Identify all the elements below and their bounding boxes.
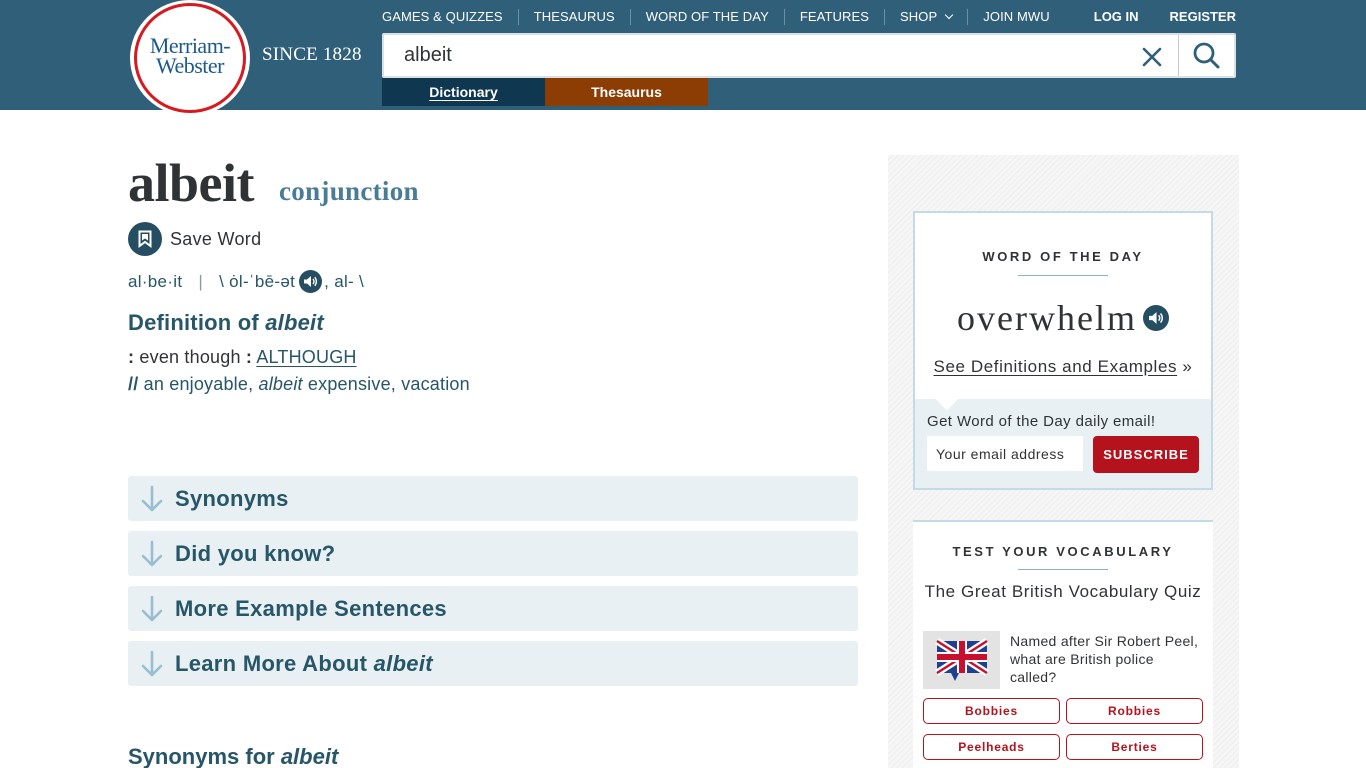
definition-text: : even though : ALTHOUGH	[128, 347, 357, 368]
definition-colon-2: :	[245, 347, 253, 367]
example-sentence: // an enjoyable, albeit expensive, vacat…	[128, 374, 470, 395]
nav-join-mwu[interactable]: JOIN MWU	[967, 9, 1065, 25]
pronunciation-separator: |	[198, 271, 204, 291]
nav-games-quizzes[interactable]: GAMES & QUIZZES	[382, 9, 518, 25]
close-icon	[1142, 47, 1162, 67]
login-link[interactable]: LOG IN	[1063, 9, 1139, 25]
synonyms-heading-word: albeit	[280, 744, 339, 768]
site-header: Merriam- Webster SINCE 1828 GAMES & QUIZ…	[0, 0, 1366, 116]
pronunciation-variant: , al- \	[324, 271, 365, 291]
accordion-label: Learn More About albeit	[175, 651, 433, 677]
example-marker: //	[128, 374, 139, 394]
search-scope-tabs: Dictionary Thesaurus	[382, 78, 708, 106]
subscribe-button[interactable]: SUBSCRIBE	[1093, 436, 1199, 473]
answer-berties-button[interactable]: Berties	[1066, 734, 1203, 760]
chevron-down-icon	[945, 10, 954, 20]
account-links: LOG IN REGISTER	[1063, 9, 1236, 25]
search-bar	[382, 33, 1236, 78]
definition-body: even though	[134, 347, 246, 367]
search-icon	[1193, 42, 1220, 69]
union-jack-image[interactable]	[923, 631, 1000, 689]
pronunciation: \ ȯl-ˈbē-ət	[219, 271, 296, 291]
wod-see-definitions-link[interactable]: See Definitions and Examples	[934, 357, 1178, 376]
save-word-label: Save Word	[170, 228, 262, 249]
definition-heading: Definition of albeit	[128, 310, 324, 336]
part-of-speech-link[interactable]: conjunction	[279, 176, 419, 207]
accordion-label: Synonyms	[175, 485, 289, 511]
since-1828-tagline: SINCE 1828	[262, 44, 362, 65]
wod-divider	[1018, 275, 1108, 276]
word-of-the-day-card: WORD OF THE DAY overwhelm See Definition…	[913, 211, 1213, 490]
accordion-synonyms[interactable]: Synonyms	[128, 476, 858, 521]
clear-search-button[interactable]	[1140, 45, 1164, 69]
entry-headword: albeit	[128, 153, 255, 213]
pronunciation-line: al·be·it | \ ȯl-ˈbē-ət , al- \	[128, 270, 364, 293]
search-divider	[1178, 35, 1179, 76]
definition-heading-prefix: Definition of	[128, 310, 266, 335]
accordion-label-word: albeit	[373, 650, 433, 676]
merriam-webster-logo[interactable]: Merriam- Webster	[130, 0, 250, 116]
vocab-kicker: TEST YOUR VOCABULARY	[952, 544, 1174, 559]
nav-thesaurus[interactable]: THESAURUS	[517, 9, 630, 25]
accordion-more-example-sentences[interactable]: More Example Sentences	[128, 586, 858, 631]
email-field[interactable]	[927, 436, 1083, 471]
nav-shop[interactable]: SHOP	[884, 9, 967, 25]
right-sidebar: WORD OF THE DAY overwhelm See Definition…	[888, 155, 1239, 768]
quiz-title-link[interactable]: The Great British Vocabulary Quiz	[913, 582, 1213, 602]
bookmark-icon	[128, 222, 162, 256]
wod-see-definitions: See Definitions and Examples »	[915, 357, 1211, 377]
answer-robbies-button[interactable]: Robbies	[1066, 698, 1203, 724]
accordion-learn-more[interactable]: Learn More About albeit	[128, 641, 858, 686]
vocab-divider	[1018, 569, 1108, 570]
tab-dictionary[interactable]: Dictionary	[382, 78, 545, 106]
wod-link-arrow: »	[1177, 357, 1193, 376]
wod-email-signup: Get Word of the Day daily email! SUBSCRI…	[915, 387, 1211, 488]
answer-peelheads-button[interactable]: Peelheads	[923, 734, 1060, 760]
arrow-down-icon	[141, 485, 163, 511]
wod-kicker: WORD OF THE DAY	[982, 249, 1144, 264]
example-post: expensive, vacation	[302, 374, 470, 394]
nav-features[interactable]: FEATURES	[783, 9, 884, 25]
wod-play-audio-button[interactable]	[1142, 305, 1169, 331]
vocabulary-quiz-card: TEST YOUR VOCABULARY The Great British V…	[913, 520, 1213, 768]
wod-word-row: overwhelm	[915, 297, 1211, 339]
play-audio-button[interactable]	[299, 270, 323, 293]
arrow-down-icon	[141, 540, 163, 566]
example-word: albeit	[258, 374, 303, 394]
tab-dictionary-label: Dictionary	[429, 84, 498, 100]
save-word-button[interactable]: Save Word	[128, 222, 261, 256]
example-pre: an enjoyable,	[138, 374, 259, 394]
arrow-down-icon	[141, 650, 163, 676]
nav-word-of-the-day[interactable]: WORD OF THE DAY	[629, 9, 784, 25]
wod-notch	[935, 387, 959, 411]
search-button[interactable]	[1192, 42, 1222, 70]
arrow-down-icon	[141, 595, 163, 621]
logo-text: Merriam- Webster	[130, 35, 250, 78]
definition-heading-word: albeit	[265, 310, 324, 335]
synonyms-heading: Synonyms for albeit	[128, 744, 338, 768]
answer-bobbies-button[interactable]: Bobbies	[923, 698, 1060, 724]
accordion-label-prefix: Learn More About	[175, 650, 374, 676]
logo-line-2: Webster	[155, 53, 225, 78]
speaker-icon	[304, 276, 318, 287]
wod-word[interactable]: overwhelm	[957, 297, 1137, 339]
search-input[interactable]	[404, 35, 1124, 76]
accordion-did-you-know[interactable]: Did you know?	[128, 531, 858, 576]
accordion-label: Did you know?	[175, 540, 336, 566]
quiz-question: Named after Sir Robert Peel, what are Br…	[1010, 633, 1199, 685]
top-navigation: GAMES & QUIZZES THESAURUS WORD OF THE DA…	[382, 9, 1065, 25]
wod-email-label: Get Word of the Day daily email!	[927, 413, 1156, 430]
synonym-link-although[interactable]: ALTHOUGH	[256, 347, 356, 367]
speaker-icon	[1149, 312, 1164, 324]
syllables: al·be·it	[128, 271, 183, 291]
register-link[interactable]: REGISTER	[1139, 9, 1236, 25]
tab-thesaurus[interactable]: Thesaurus	[545, 78, 708, 106]
nav-shop-label: SHOP	[900, 9, 938, 24]
synonyms-heading-prefix: Synonyms for	[128, 744, 281, 768]
accordion-label: More Example Sentences	[175, 595, 447, 621]
